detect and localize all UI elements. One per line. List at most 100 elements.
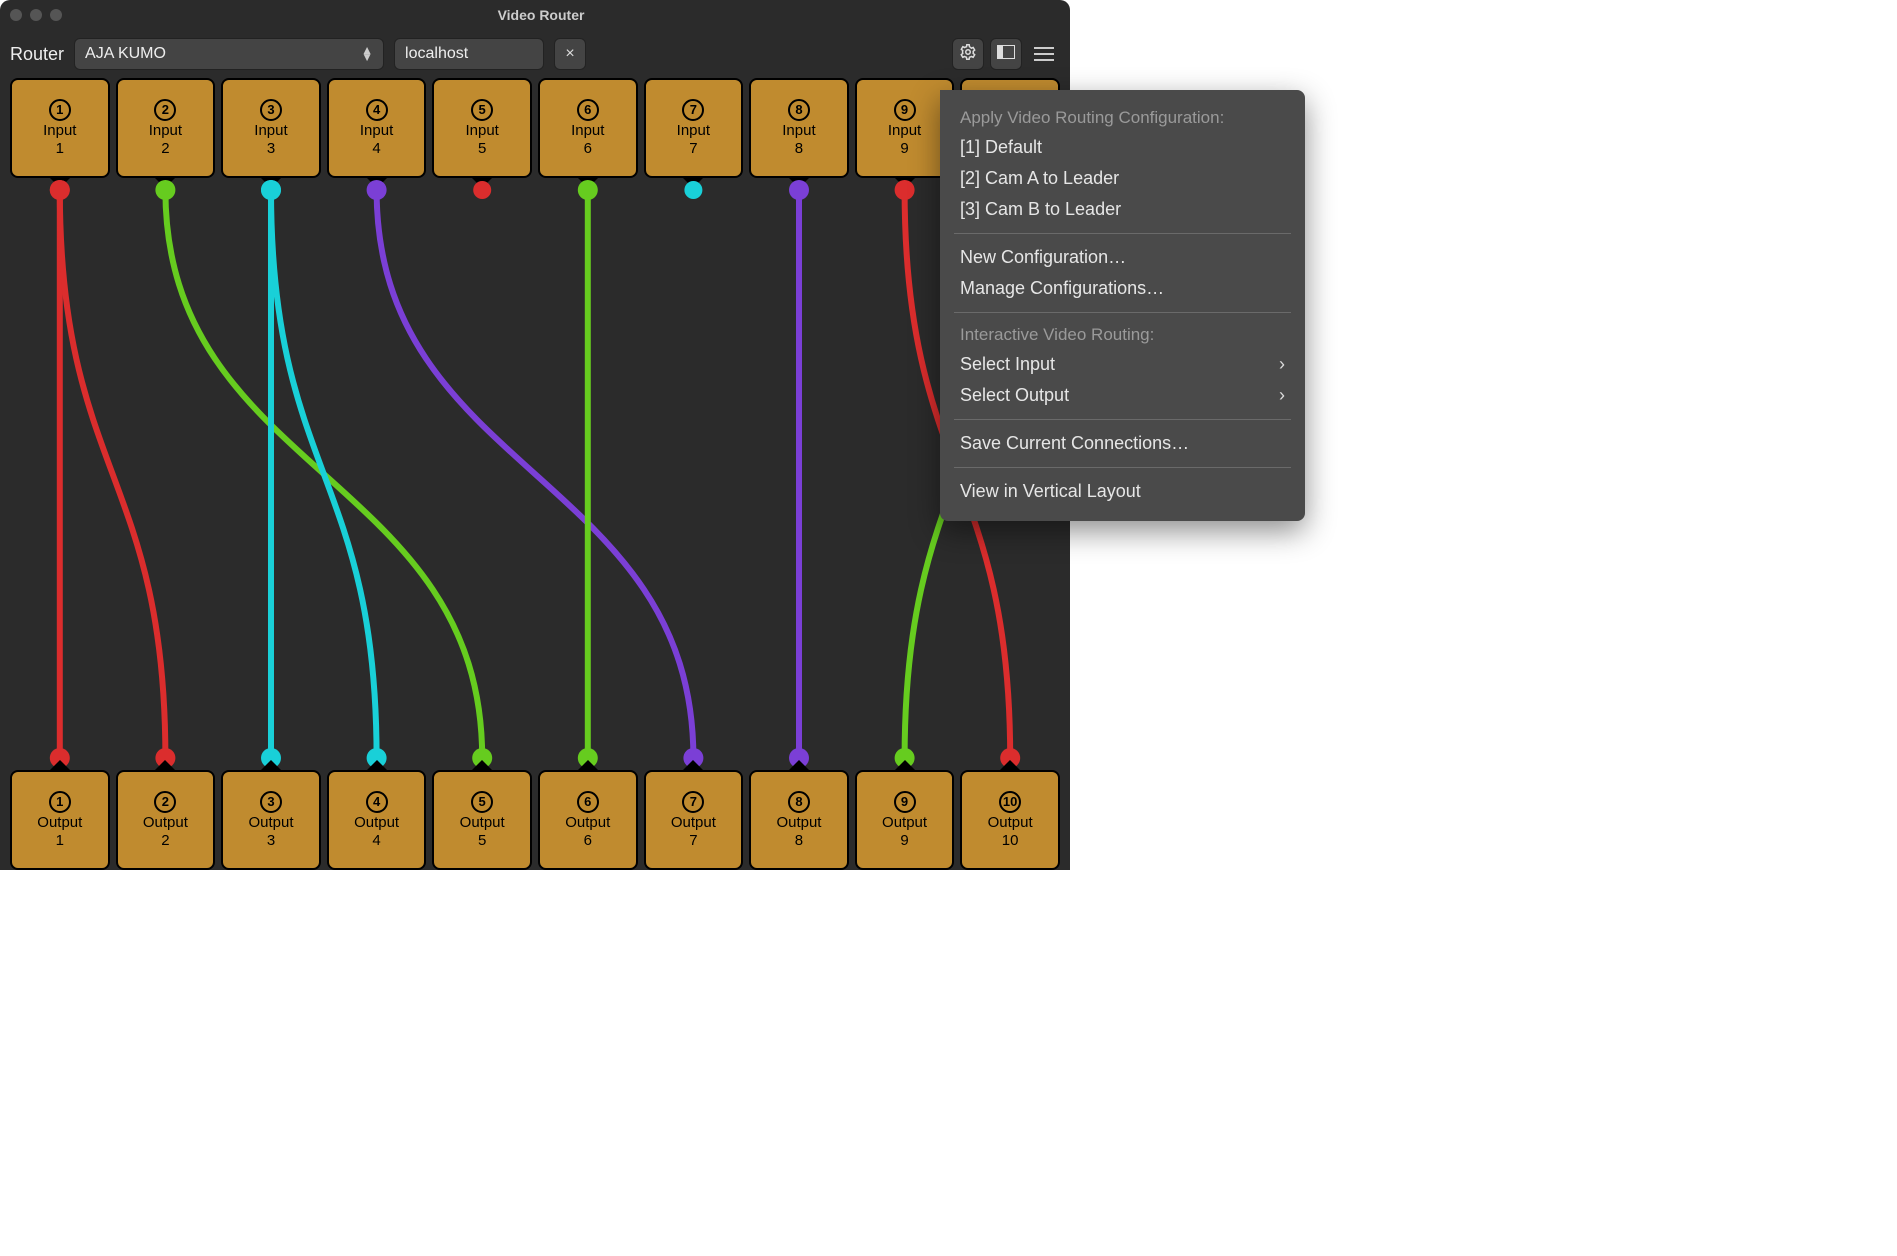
menu-button[interactable] bbox=[1028, 38, 1060, 70]
port-index: 4 bbox=[372, 140, 380, 157]
hamburger-icon bbox=[1034, 47, 1054, 61]
port-index: 3 bbox=[267, 140, 275, 157]
port-label: Output bbox=[37, 815, 82, 831]
port-label: Output bbox=[565, 815, 610, 831]
port-index: 2 bbox=[161, 140, 169, 157]
cables-canvas bbox=[0, 78, 1070, 870]
video-router-window: Video Router Router AJA KUMO ▲▼ × bbox=[0, 0, 1070, 870]
port-number-badge: 3 bbox=[260, 99, 282, 121]
layout-toggle-button[interactable] bbox=[990, 38, 1022, 70]
output-port-5[interactable]: 5Output5 bbox=[432, 770, 532, 870]
menu-heading-config: Apply Video Routing Configuration: bbox=[940, 104, 1305, 132]
menu-separator bbox=[954, 419, 1291, 420]
output-port-7[interactable]: 7Output7 bbox=[644, 770, 744, 870]
port-index: 4 bbox=[372, 832, 380, 849]
port-label: Input bbox=[149, 123, 182, 139]
port-label: Output bbox=[988, 815, 1033, 831]
port-number-badge: 9 bbox=[894, 99, 916, 121]
input-port-7[interactable]: 7Input7 bbox=[644, 78, 744, 178]
new-config-item[interactable]: New Configuration… bbox=[940, 242, 1305, 273]
inputs-row: 1Input12Input23Input34Input45Input56Inpu… bbox=[0, 78, 1070, 178]
window-controls bbox=[10, 9, 62, 21]
port-number-badge: 5 bbox=[471, 791, 493, 813]
menu-separator bbox=[954, 312, 1291, 313]
zoom-window-button[interactable] bbox=[50, 9, 62, 21]
port-index: 8 bbox=[795, 140, 803, 157]
router-label: Router bbox=[10, 44, 64, 65]
output-port-9[interactable]: 9Output9 bbox=[855, 770, 955, 870]
port-index: 7 bbox=[689, 832, 697, 849]
port-label: Output bbox=[248, 815, 293, 831]
select-arrows-icon: ▲▼ bbox=[361, 47, 373, 61]
port-index: 1 bbox=[56, 140, 64, 157]
port-index: 7 bbox=[689, 140, 697, 157]
port-index: 5 bbox=[478, 832, 486, 849]
input-port-2[interactable]: 2Input2 bbox=[116, 78, 216, 178]
port-number-badge: 7 bbox=[682, 99, 704, 121]
view-layout-item[interactable]: View in Vertical Layout bbox=[940, 476, 1305, 507]
manage-config-item[interactable]: Manage Configurations… bbox=[940, 273, 1305, 304]
input-port-3[interactable]: 3Input3 bbox=[221, 78, 321, 178]
port-number-badge: 5 bbox=[471, 99, 493, 121]
preset-item[interactable]: [1] Default bbox=[940, 132, 1305, 163]
preset-item[interactable]: [3] Cam B to Leader bbox=[940, 194, 1305, 225]
output-port-4[interactable]: 4Output4 bbox=[327, 770, 427, 870]
port-label: Output bbox=[671, 815, 716, 831]
gear-icon bbox=[959, 43, 977, 66]
port-number-badge: 1 bbox=[49, 99, 71, 121]
port-index: 9 bbox=[900, 140, 908, 157]
select-output-item[interactable]: Select Output › bbox=[940, 380, 1305, 411]
input-port-8[interactable]: 8Input8 bbox=[749, 78, 849, 178]
select-input-item[interactable]: Select Input › bbox=[940, 349, 1305, 380]
input-port-1[interactable]: 1Input1 bbox=[10, 78, 110, 178]
menu-separator bbox=[954, 467, 1291, 468]
output-port-8[interactable]: 8Output8 bbox=[749, 770, 849, 870]
port-label: Output bbox=[460, 815, 505, 831]
port-index: 6 bbox=[584, 140, 592, 157]
outputs-row: 1Output12Output23Output34Output45Output5… bbox=[0, 770, 1070, 870]
close-window-button[interactable] bbox=[10, 9, 22, 21]
output-port-1[interactable]: 1Output1 bbox=[10, 770, 110, 870]
settings-button[interactable] bbox=[952, 38, 984, 70]
input-port-4[interactable]: 4Input4 bbox=[327, 78, 427, 178]
port-number-badge: 8 bbox=[788, 99, 810, 121]
port-label: Input bbox=[782, 123, 815, 139]
chevron-right-icon: › bbox=[1279, 354, 1285, 375]
sidebar-icon bbox=[997, 45, 1015, 64]
port-number-badge: 2 bbox=[154, 791, 176, 813]
save-connections-item[interactable]: Save Current Connections… bbox=[940, 428, 1305, 459]
routing-config-menu: Apply Video Routing Configuration: [1] D… bbox=[940, 90, 1305, 521]
routing-area[interactable]: 1Input12Input23Input34Input45Input56Inpu… bbox=[0, 78, 1070, 870]
port-label: Output bbox=[354, 815, 399, 831]
input-port-5[interactable]: 5Input5 bbox=[432, 78, 532, 178]
port-number-badge: 8 bbox=[788, 791, 810, 813]
chevron-right-icon: › bbox=[1279, 385, 1285, 406]
output-port-3[interactable]: 3Output3 bbox=[221, 770, 321, 870]
output-port-6[interactable]: 6Output6 bbox=[538, 770, 638, 870]
port-number-badge: 3 bbox=[260, 791, 282, 813]
output-port-10[interactable]: 10Output10 bbox=[960, 770, 1060, 870]
port-index: 2 bbox=[161, 832, 169, 849]
port-number-badge: 9 bbox=[894, 791, 916, 813]
close-icon: × bbox=[565, 45, 574, 63]
titlebar: Video Router bbox=[0, 0, 1070, 30]
minimize-window-button[interactable] bbox=[30, 9, 42, 21]
menu-heading-interactive: Interactive Video Routing: bbox=[940, 321, 1305, 349]
toolbar-right bbox=[952, 38, 1060, 70]
input-port-6[interactable]: 6Input6 bbox=[538, 78, 638, 178]
port-number-badge: 6 bbox=[577, 99, 599, 121]
preset-item[interactable]: [2] Cam A to Leader bbox=[940, 163, 1305, 194]
port-number-badge: 2 bbox=[154, 99, 176, 121]
host-input[interactable] bbox=[394, 38, 544, 70]
clear-host-button[interactable]: × bbox=[554, 38, 586, 70]
output-port-2[interactable]: 2Output2 bbox=[116, 770, 216, 870]
port-label: Input bbox=[465, 123, 498, 139]
port-index: 3 bbox=[267, 832, 275, 849]
port-index: 6 bbox=[584, 832, 592, 849]
router-select[interactable]: AJA KUMO ▲▼ bbox=[74, 38, 384, 70]
port-label: Input bbox=[254, 123, 287, 139]
port-label: Input bbox=[360, 123, 393, 139]
port-index: 8 bbox=[795, 832, 803, 849]
port-number-badge: 7 bbox=[682, 791, 704, 813]
port-number-badge: 1 bbox=[49, 791, 71, 813]
